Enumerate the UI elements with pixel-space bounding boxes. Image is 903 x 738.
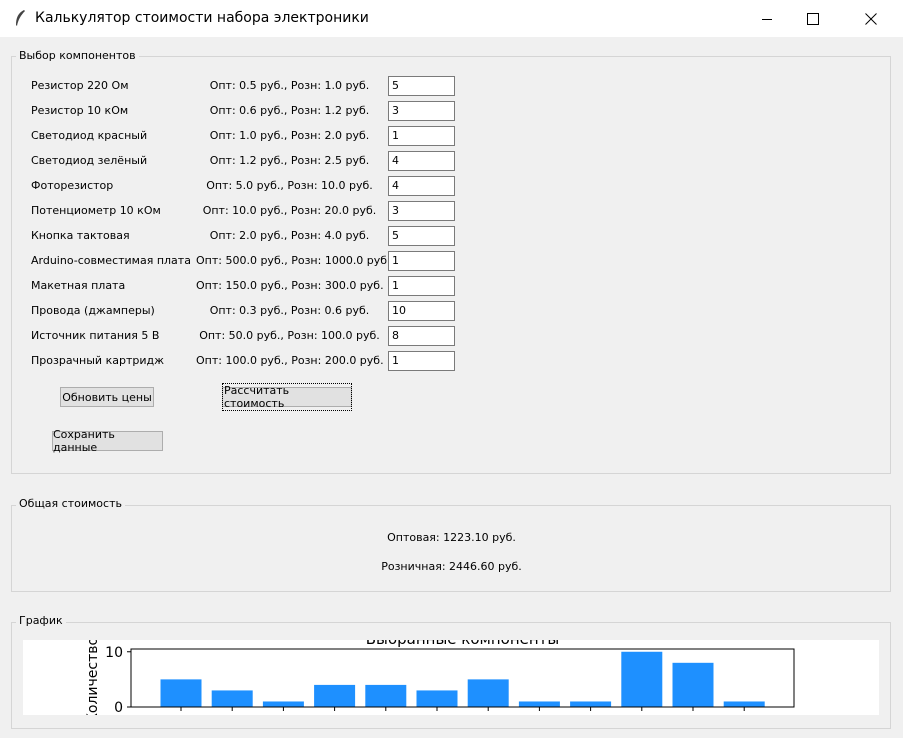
update-prices-button[interactable]: Обновить цены: [60, 387, 154, 407]
quantity-input[interactable]: 3: [388, 201, 455, 221]
component-name: Резистор 10 кОм: [31, 104, 129, 117]
component-name: Макетная плата: [31, 279, 126, 292]
retail-total: Розничная: 2446.60 руб.: [381, 560, 522, 573]
save-data-button[interactable]: Сохранить данные: [52, 428, 163, 454]
chart-bar: [365, 684, 407, 707]
quantity-input[interactable]: 1: [388, 276, 455, 296]
component-price: Опт: 5.0 руб., Розн: 10.0 руб.: [206, 179, 373, 192]
close-icon: [865, 12, 877, 25]
quantity-input[interactable]: 4: [388, 176, 455, 196]
quantity-input[interactable]: 4: [388, 151, 455, 171]
chart-bar: [621, 651, 663, 707]
component-price: Опт: 50.0 руб., Розн: 100.0 руб.: [199, 329, 380, 342]
calculate-button[interactable]: Рассчитать стоимость: [222, 383, 352, 411]
minimize-icon: [762, 18, 772, 20]
component-row: Светодиод зелёный Опт: 1.2 руб., Розн: 2.…: [0, 151, 460, 171]
component-row: Потенциометр 10 кОм Опт: 10.0 руб., Розн:…: [0, 201, 460, 221]
feather-icon: [16, 10, 25, 26]
component-price: Опт: 2.0 руб., Розн: 4.0 руб.: [209, 229, 370, 242]
calculate-label: Рассчитать стоимость: [222, 383, 352, 411]
close-button[interactable]: [848, 0, 894, 37]
y-tick-label: 10: [105, 645, 123, 661]
maximize-icon: [807, 12, 819, 25]
chart-frame-legend: График: [16, 614, 66, 627]
component-name: Фоторезистор: [31, 179, 114, 192]
component-row: Резистор 220 Ом Опт: 0.5 руб., Розн: 1.0 …: [0, 76, 460, 96]
component-price: Опт: 500.0 руб., Розн: 1000.0 руб.: [196, 254, 391, 267]
component-price: Опт: 1.0 руб., Розн: 2.0 руб.: [209, 129, 370, 142]
component-price: Опт: 150.0 руб., Розн: 300.0 руб.: [196, 279, 384, 292]
component-name: Провода (джамперы): [31, 304, 155, 317]
update-prices-label: Обновить цены: [62, 390, 152, 404]
component-price: Опт: 10.0 руб., Розн: 20.0 руб.: [202, 204, 377, 217]
chart-bar: [262, 701, 304, 707]
component-row: Светодиод красный Опт: 1.0 руб., Розн: 2.…: [0, 126, 460, 146]
component-row: Источник питания 5 В Опт: 50.0 руб., Розн…: [0, 326, 460, 346]
minimize-button[interactable]: [744, 0, 790, 37]
component-name: Кнопка тактовая: [31, 229, 130, 242]
component-name: Прозрачный картридж: [31, 354, 164, 367]
chart-canvas: Выбранные компоненты Количество 0 10: [23, 640, 879, 715]
component-name: Источник питания 5 В: [31, 329, 160, 342]
component-name: Потенциометр 10 кОм: [31, 204, 161, 217]
component-price: Опт: 0.6 руб., Розн: 1.2 руб.: [209, 104, 370, 117]
y-tick-label: 0: [114, 700, 123, 715]
component-row: Кнопка тактовая Опт: 2.0 руб., Розн: 4.0 …: [0, 226, 460, 246]
chart-bar: [160, 679, 202, 707]
component-name: Светодиод зелёный: [31, 154, 148, 167]
component-price: Опт: 100.0 руб., Розн: 200.0 руб.: [196, 354, 384, 367]
chart-ylabel: Количество: [85, 640, 101, 715]
quantity-input[interactable]: 5: [388, 76, 455, 96]
quantity-input[interactable]: 1: [388, 251, 455, 271]
components-frame-legend: Выбор компонентов: [16, 49, 139, 62]
save-data-label: Сохранить данные: [53, 428, 115, 454]
quantity-input[interactable]: 3: [388, 101, 455, 121]
chart-bar: [518, 701, 560, 707]
chart-bar: [570, 701, 612, 707]
total-frame-legend: Общая стоимость: [16, 497, 125, 510]
component-price: Опт: 1.2 руб., Розн: 2.5 руб.: [209, 154, 370, 167]
component-name: Светодиод красный: [31, 129, 148, 142]
quantity-input[interactable]: 1: [388, 351, 455, 371]
component-row: Фоторезистор Опт: 5.0 руб., Розн: 10.0 ру…: [0, 176, 460, 196]
component-row: Arduino-совместимая плата Опт: 500.0 руб.…: [0, 251, 460, 271]
component-name: Arduino-совместимая плата: [31, 254, 191, 267]
chart-bar: [723, 701, 765, 707]
chart-title: Выбранные компоненты: [366, 640, 560, 648]
component-name: Резистор 220 Ом: [31, 79, 129, 92]
title-bar: Калькулятор стоимости набора электроники: [0, 0, 903, 37]
total-frame: [11, 505, 891, 592]
chart-bar: [416, 690, 458, 707]
component-row: Прозрачный картридж Опт: 100.0 руб., Розн…: [0, 351, 460, 371]
quantity-input[interactable]: 8: [388, 326, 455, 346]
component-row: Провода (джамперы) Опт: 0.3 руб., Розн: 0…: [0, 301, 460, 321]
wholesale-total: Оптовая: 1223.10 руб.: [387, 531, 516, 544]
chart-bar: [467, 679, 509, 707]
bar-chart: Выбранные компоненты Количество 0 10: [85, 640, 795, 715]
quantity-input[interactable]: 10: [388, 301, 455, 321]
chart-bar: [211, 690, 253, 707]
component-price: Опт: 0.3 руб., Розн: 0.6 руб.: [209, 304, 370, 317]
maximize-button[interactable]: [790, 0, 836, 37]
quantity-input[interactable]: 1: [388, 126, 455, 146]
chart-bar: [314, 684, 356, 707]
component-row: Макетная плата Опт: 150.0 руб., Розн: 300…: [0, 276, 460, 296]
window-title: Калькулятор стоимости набора электроники: [35, 10, 369, 26]
chart-bar: [672, 662, 714, 707]
quantity-input[interactable]: 5: [388, 226, 455, 246]
component-price: Опт: 0.5 руб., Розн: 1.0 руб.: [209, 79, 370, 92]
component-row: Резистор 10 кОм Опт: 0.6 руб., Розн: 1.2 …: [0, 101, 460, 121]
